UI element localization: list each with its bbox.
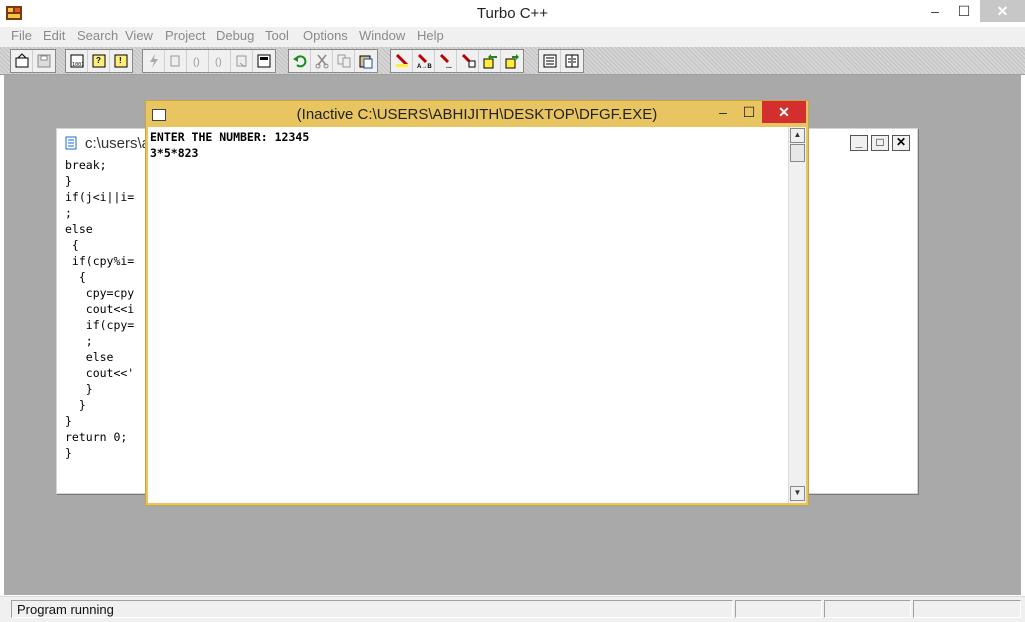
menu-help[interactable]: Help bbox=[417, 28, 444, 43]
menu-bar: File Edit Search View Project Debug Tool… bbox=[0, 27, 1025, 47]
previous-icon[interactable] bbox=[479, 50, 501, 72]
menu-file[interactable]: File bbox=[11, 28, 32, 43]
menu-options[interactable]: Options bbox=[303, 28, 348, 43]
step-over-icon[interactable] bbox=[165, 50, 187, 72]
editor-options-icon[interactable] bbox=[539, 50, 561, 72]
console-output: ENTER THE NUMBER: 12345 3*5*823 bbox=[150, 129, 309, 161]
toggle-breakpoint-icon[interactable] bbox=[231, 50, 253, 72]
compile-icon[interactable]: 1001 bbox=[66, 50, 88, 72]
evaluate-icon[interactable] bbox=[253, 50, 275, 72]
status-text: Program running bbox=[17, 602, 114, 617]
status-pane-main: Program running bbox=[11, 600, 733, 618]
code-line: if(cpy%i= bbox=[65, 254, 135, 268]
go-to-cursor-icon[interactable]: () bbox=[209, 50, 231, 72]
output-line: ENTER THE NUMBER: 12345 bbox=[150, 130, 310, 144]
menu-window[interactable]: Window bbox=[359, 28, 405, 43]
status-bar: Program running bbox=[0, 596, 1025, 622]
build-all-icon[interactable]: ! bbox=[110, 50, 132, 72]
console-titlebar: (Inactive C:\USERS\ABHIJITH\DESKTOP\DFGF… bbox=[146, 101, 808, 127]
code-line: else bbox=[65, 350, 114, 364]
menu-edit[interactable]: Edit bbox=[43, 28, 65, 43]
find-icon[interactable] bbox=[391, 50, 413, 72]
cut-icon[interactable] bbox=[311, 50, 333, 72]
browse-icon[interactable] bbox=[457, 50, 479, 72]
code-line: cout<<' bbox=[65, 366, 135, 380]
code-line: ; bbox=[65, 334, 93, 348]
editor-close-button[interactable]: ✕ bbox=[892, 135, 910, 151]
save-icon[interactable] bbox=[33, 50, 55, 72]
code-line: if(cpy= bbox=[65, 318, 135, 332]
svg-text:A→B: A→B bbox=[417, 64, 432, 69]
toolbar-search-group: A→B ... bbox=[390, 49, 524, 73]
toolbar-options-group bbox=[538, 49, 584, 73]
maximize-button[interactable]: ☐ bbox=[947, 0, 981, 22]
toolbar: 1001 ? ! () () A→B ... bbox=[0, 47, 1025, 75]
toolbar-edit-group bbox=[288, 49, 378, 73]
svg-text:(): () bbox=[193, 57, 200, 68]
code-line: } bbox=[65, 174, 72, 188]
app-title: Turbo C++ bbox=[476, 5, 549, 22]
close-button[interactable]: ✕ bbox=[980, 0, 1025, 22]
status-pane bbox=[913, 600, 1021, 618]
code-line: { bbox=[65, 238, 79, 252]
undo-icon[interactable] bbox=[289, 50, 311, 72]
menu-project[interactable]: Project bbox=[165, 28, 205, 43]
scroll-down-button[interactable]: ▼ bbox=[790, 486, 805, 501]
project-options-icon[interactable] bbox=[561, 50, 583, 72]
console-title: (Inactive C:\USERS\ABHIJITH\DESKTOP\DFGF… bbox=[296, 106, 658, 123]
code-line: else bbox=[65, 222, 93, 236]
menu-search[interactable]: Search bbox=[77, 28, 118, 43]
console-body[interactable]: ENTER THE NUMBER: 12345 3*5*823 ▲ ▼ bbox=[148, 127, 806, 503]
editor-minimize-button[interactable]: _ bbox=[850, 135, 868, 151]
console-maximize-button[interactable]: ☐ bbox=[736, 101, 762, 123]
code-line: } bbox=[65, 446, 72, 460]
svg-text:...: ... bbox=[446, 63, 452, 69]
paste-icon[interactable] bbox=[355, 50, 377, 72]
open-project-icon[interactable] bbox=[11, 50, 33, 72]
code-line: cpy=cpy bbox=[65, 286, 135, 300]
console-window[interactable]: (Inactive C:\USERS\ABHIJITH\DESKTOP\DFGF… bbox=[145, 100, 809, 506]
code-line: cout<<i bbox=[65, 302, 135, 316]
status-pane bbox=[735, 600, 822, 618]
menu-tool[interactable]: Tool bbox=[265, 28, 289, 43]
editor-title: c:\users\a bbox=[85, 135, 151, 152]
make-icon[interactable]: ? bbox=[88, 50, 110, 72]
toolbar-compile-group: 1001 ? ! bbox=[65, 49, 133, 73]
code-line: } bbox=[65, 398, 86, 412]
search-again-icon[interactable]: ... bbox=[435, 50, 457, 72]
editor-maximize-button[interactable]: □ bbox=[871, 135, 889, 151]
svg-text:(): () bbox=[215, 57, 222, 68]
copy-icon[interactable] bbox=[333, 50, 355, 72]
console-close-button[interactable]: ✕ bbox=[762, 101, 806, 123]
code-line: } bbox=[65, 414, 72, 428]
console-minimize-button[interactable]: – bbox=[710, 101, 736, 123]
svg-text:!: ! bbox=[119, 56, 122, 65]
toolbar-debug-group: () () bbox=[142, 49, 276, 73]
menu-debug[interactable]: Debug bbox=[216, 28, 254, 43]
toolbar-file-group bbox=[10, 49, 56, 73]
run-icon[interactable] bbox=[143, 50, 165, 72]
status-pane bbox=[824, 600, 911, 618]
code-line: if(j<i||i= bbox=[65, 190, 135, 204]
menu-view[interactable]: View bbox=[125, 28, 153, 43]
app-titlebar: Turbo C++ – ☐ ✕ bbox=[0, 0, 1025, 28]
scroll-thumb[interactable] bbox=[790, 144, 805, 162]
code-line: ; bbox=[65, 206, 72, 220]
code-line: } bbox=[65, 382, 93, 396]
output-line: 3*5*823 bbox=[150, 146, 199, 160]
svg-text:?: ? bbox=[96, 56, 101, 65]
svg-text:1001: 1001 bbox=[72, 62, 84, 68]
replace-icon[interactable]: A→B bbox=[413, 50, 435, 72]
code-area[interactable]: break; } if(j<i||i= ; else { if(cpy%i= {… bbox=[65, 157, 134, 461]
console-scrollbar[interactable]: ▲ ▼ bbox=[788, 127, 806, 503]
scroll-up-button[interactable]: ▲ bbox=[790, 128, 805, 143]
code-line: return 0; bbox=[65, 430, 128, 444]
code-line: break; bbox=[65, 158, 107, 172]
trace-into-icon[interactable]: () bbox=[187, 50, 209, 72]
next-icon[interactable] bbox=[501, 50, 523, 72]
code-line: { bbox=[65, 270, 86, 284]
document-icon bbox=[65, 136, 77, 150]
